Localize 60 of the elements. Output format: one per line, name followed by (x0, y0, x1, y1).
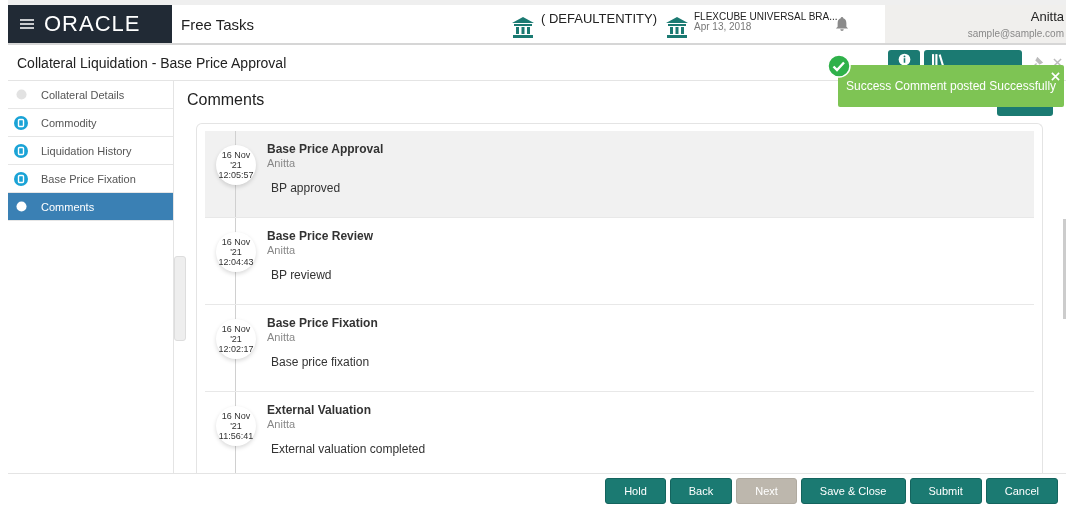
comment-date: 16 Nov (221, 324, 251, 334)
comment-year: '21 (230, 247, 242, 257)
comment-time: 12:02:17 (218, 344, 254, 354)
comment-author: Anitta (267, 418, 297, 430)
comment-year: '21 (230, 421, 242, 431)
comment-date: 16 Nov (221, 411, 251, 421)
comment-title: External Valuation (267, 403, 373, 417)
comment-title: Base Price Approval (267, 142, 384, 156)
comment-text: External valuation completed (271, 442, 426, 456)
app-title: Free Tasks (180, 14, 256, 35)
sidebar-item[interactable]: Commodity (8, 109, 173, 137)
comment-text: Base price fixation (271, 355, 371, 369)
comment-author: Anitta (267, 244, 297, 256)
toast-message: Success Comment posted Successfully (845, 79, 1057, 93)
comment-time: 11:56:41 (218, 431, 254, 441)
footer-button[interactable]: Back (669, 478, 733, 504)
section-heading: Comments (186, 91, 265, 109)
scrollbar[interactable] (1063, 219, 1066, 319)
comment-author: Anitta (267, 157, 297, 169)
sidebar-item[interactable]: Comments (8, 193, 173, 221)
branch-name: FLEXCUBE UNIVERSAL BRA... (694, 11, 838, 22)
footer-button[interactable]: Save & Close (800, 478, 906, 504)
books-icon (932, 53, 944, 66)
page-title: Collateral Liquidation - Base Price Approval (17, 54, 287, 71)
comment-author: Anitta (267, 331, 297, 343)
info-icon (897, 52, 911, 66)
menu-icon[interactable] (20, 19, 34, 29)
footer-button[interactable]: Cancel (985, 478, 1058, 504)
entity-name: ( DEFAULTENTITY) (541, 11, 658, 26)
comment-title: Base Price Review (267, 229, 374, 243)
logo: ORACLE (44, 11, 141, 37)
step-visited-icon (14, 143, 28, 158)
comment-row[interactable]: 16 Nov '21 12:05:57 Base Price Approval Anitta BP approved (205, 131, 1034, 218)
sidebar-item[interactable]: Liquidation History (8, 137, 173, 165)
comment-title: Base Price Fixation (267, 316, 378, 330)
comment-row[interactable]: 16 Nov '21 12:04:43 Base Price Review Anitta BP reviewd (205, 218, 1034, 305)
user-name[interactable]: Anitta (1030, 9, 1064, 24)
step-visited-icon (14, 115, 28, 130)
step-visited-icon (14, 171, 28, 186)
comment-row[interactable]: 16 Nov '21 12:02:17 Base Price Fixation Anitta Base price fixation (205, 305, 1034, 392)
comment-time: 12:05:57 (218, 170, 254, 180)
step-dot-icon (14, 201, 28, 212)
footer-button[interactable]: Submit (909, 478, 982, 504)
footer-button[interactable]: Hold (605, 478, 666, 504)
check-icon (827, 54, 851, 78)
pin-icon[interactable] (1032, 57, 1043, 68)
close-icon[interactable] (1053, 58, 1062, 67)
comment-year: '21 (230, 160, 242, 170)
bank-icon[interactable] (511, 15, 535, 39)
user-email: sample@sample.com (967, 28, 1064, 39)
step-dot-icon (14, 89, 28, 100)
comment-date: 16 Nov (221, 237, 251, 247)
branch-date: Apr 13, 2018 (694, 22, 753, 32)
comment-year: '21 (230, 334, 242, 344)
comment-text: BP reviewd (271, 268, 333, 282)
resize-handle[interactable] (174, 256, 186, 341)
comment-date: 16 Nov (221, 150, 251, 160)
comment-text: BP approved (271, 181, 342, 195)
sidebar-item[interactable]: Collateral Details (8, 81, 173, 109)
comment-time: 12:04:43 (218, 257, 254, 267)
